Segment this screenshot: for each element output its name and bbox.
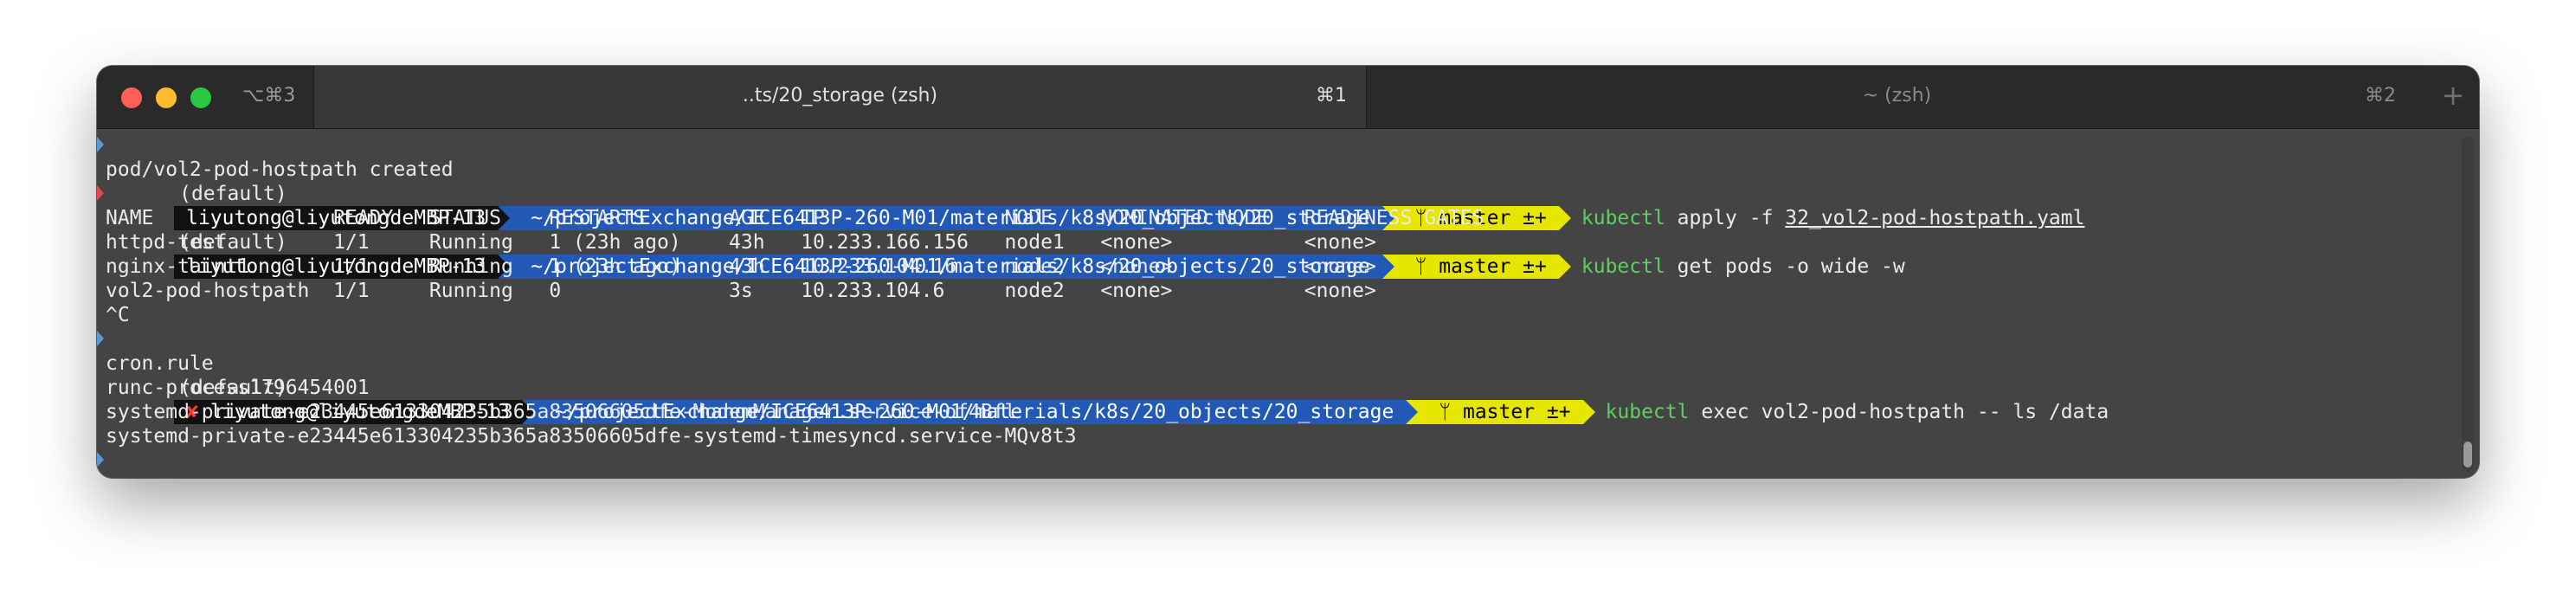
output-line: runc-process1796454001: [106, 377, 370, 399]
prompt-git: ᛘ master ±+: [1418, 400, 1583, 424]
title-bar: ⌥⌘3 ..ts/20_storage (zsh) ⌘1 ~ (zsh) ⌘2 …: [97, 66, 2479, 129]
tab-shortcut: ⌘1: [1316, 85, 1347, 106]
segment-arrow-icon: [1381, 255, 1394, 279]
output-line: systemd-private-e23445e613304235b365a835…: [106, 401, 1017, 423]
table-row: vol2-pod-hostpath 1/1 Running 0 3s 10.23…: [106, 280, 1376, 302]
table-row: nginx-taint1 1/1 Running 1 (23h ago) 43h…: [106, 255, 1376, 278]
command-name: kubectl: [1605, 401, 1690, 423]
git-branch: master ±+: [1462, 401, 1571, 423]
zoom-button[interactable]: [190, 87, 211, 108]
output-line: systemd-private-e23445e613304235b365a835…: [106, 425, 1077, 448]
tab-shortcut: ⌘2: [2365, 85, 2396, 106]
command-args: apply -f: [1665, 207, 1786, 229]
output-line: cron.rule: [106, 352, 214, 375]
prompt-mark-icon: [97, 452, 104, 467]
prompt-line: (default) liyutong@liyutongdeMBP-13~/pro…: [97, 182, 1905, 279]
table-header: NAME READY STATUS RESTARTS AGE IP NODE N…: [106, 207, 1484, 229]
segment-arrow-icon: [1558, 255, 1571, 279]
command-args: exec vol2-pod-hostpath -- ls /data: [1689, 401, 2109, 423]
tab-title: ..ts/20_storage (zsh): [742, 85, 938, 106]
terminal-content[interactable]: (default) liyutong@liyutongdeMBP-13 ~/pro…: [97, 130, 2479, 478]
prompt-mark-icon: [97, 331, 104, 346]
minimize-button[interactable]: [156, 87, 177, 108]
segment-arrow-icon: [1406, 400, 1419, 424]
table-row: httpd-test 1/1 Running 1 (23h ago) 43h 1…: [106, 231, 1376, 254]
prompt-git: ᛘ master ±+: [1394, 255, 1559, 279]
terminal-window: ⌥⌘3 ..ts/20_storage (zsh) ⌘1 ~ (zsh) ⌘2 …: [97, 66, 2479, 478]
output-line: pod/vol2-pod-hostpath created: [106, 158, 454, 181]
prompt-error-mark-icon: [97, 185, 104, 201]
interrupt-line: ^C: [106, 304, 130, 326]
command-name: kubectl: [1581, 255, 1665, 278]
command-file: 32_vol2-pod-hostpath.yaml: [1785, 207, 2085, 229]
segment-arrow-icon: [1558, 206, 1571, 230]
tab-home-zsh[interactable]: ~ (zsh) ⌘2: [1366, 66, 2427, 128]
segment-arrow-icon: [1582, 400, 1595, 424]
command-name: kubectl: [1581, 207, 1665, 229]
new-tab-button[interactable]: +: [2436, 78, 2470, 113]
scrollbar[interactable]: [2462, 137, 2474, 471]
branch-icon: ᛘ: [1439, 401, 1463, 423]
prompt-line: (default) liyutong@liyutongdeMBP-13~/pro…: [97, 133, 2084, 230]
prompt-line: (default) ✘ liyutong@liyutongdeMBP-13 ~/p…: [97, 327, 2109, 424]
window-shortcut: ⌥⌘3: [242, 85, 296, 106]
close-button[interactable]: [121, 87, 142, 108]
git-branch: master ±+: [1439, 255, 1547, 278]
tab-title: ~ (zsh): [1862, 85, 1932, 106]
branch-icon: ᛘ: [1414, 255, 1439, 278]
tab-storage-zsh[interactable]: ..ts/20_storage (zsh) ⌘1: [313, 66, 1366, 128]
command-args: get pods -o wide -w: [1665, 255, 1905, 278]
prompt-mark-icon: [97, 137, 104, 152]
prompt-line: (default) liyutong@liyutongdeMBP-13~/pro…: [97, 448, 1591, 473]
scrollbar-thumb[interactable]: [2463, 442, 2472, 467]
